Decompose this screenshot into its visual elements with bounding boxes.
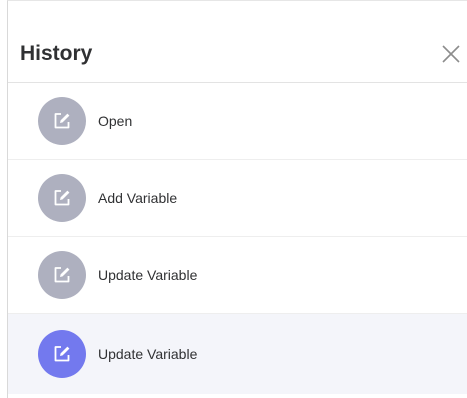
history-item-active[interactable]: Update Variable: [8, 314, 467, 394]
history-item-label: Update Variable: [98, 267, 198, 283]
history-item-label: Open: [98, 113, 133, 129]
edit-icon: [38, 251, 86, 299]
history-item[interactable]: Update Variable: [8, 237, 467, 314]
edit-icon: [38, 97, 86, 145]
history-panel: History Open Add Variable Update Variabl…: [7, 0, 467, 398]
edit-icon: [38, 330, 86, 378]
close-icon[interactable]: [440, 43, 462, 65]
edit-icon: [38, 174, 86, 222]
history-item[interactable]: Open: [8, 83, 467, 160]
history-item[interactable]: Add Variable: [8, 160, 467, 237]
history-list: Open Add Variable Update Variable Update…: [8, 83, 467, 394]
history-item-label: Update Variable: [98, 346, 198, 362]
history-item-label: Add Variable: [98, 190, 178, 206]
panel-title: History: [20, 42, 93, 65]
history-header: History: [8, 1, 467, 83]
